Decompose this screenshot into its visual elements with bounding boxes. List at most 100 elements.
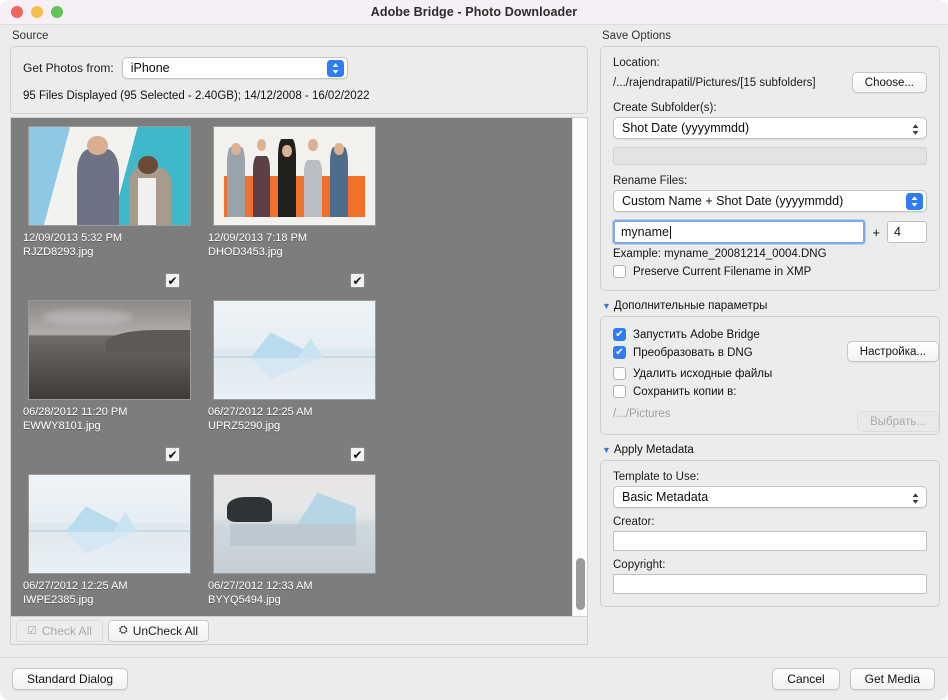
location-row: /.../rajendrapatil/Pictures/[15 subfolde… (613, 72, 927, 93)
thumbnail-image[interactable] (28, 474, 191, 574)
start-number-input[interactable]: 4 (887, 221, 927, 243)
uncheck-all-button[interactable]: ⛭ UnCheck All (107, 619, 210, 642)
scrollbar-thumb[interactable] (576, 558, 585, 610)
thumbnail-checkbox[interactable]: ✔ (350, 447, 365, 462)
custom-subfolder-field[interactable] (613, 147, 927, 165)
creator-label: Creator: (613, 516, 655, 528)
rename-files-value: Custom Name + Shot Date (yyyymmdd) (622, 194, 844, 208)
metadata-template-select[interactable]: Basic Metadata (613, 486, 927, 508)
check-all-button[interactable]: ☑ Check All (16, 619, 103, 642)
convert-dng-label: Преобразовать в DNG (633, 346, 753, 359)
rename-files-select[interactable]: Custom Name + Shot Date (yyyymmdd) (613, 190, 927, 212)
start-number-value: 4 (894, 225, 901, 239)
location-label: Location: (613, 57, 660, 69)
thumbnail-date: 12/09/2013 7:18 PM (208, 232, 308, 244)
get-media-button[interactable]: Get Media (849, 668, 935, 690)
advanced-options-panel: ✔ Запустить Adobe Bridge ✔ Преобразовать… (600, 316, 940, 435)
window-titlebar: Adobe Bridge - Photo Downloader (0, 0, 948, 25)
standard-dialog-button[interactable]: Standard Dialog (12, 668, 129, 690)
open-bridge-label: Запустить Adobe Bridge (633, 328, 760, 341)
copyright-input[interactable] (613, 574, 927, 594)
source-group-label: Source (12, 30, 49, 42)
apply-metadata-disclosure[interactable]: ▼ Apply Metadata (602, 444, 940, 456)
text-caret (669, 225, 671, 239)
chevron-updown-icon (326, 60, 344, 77)
disclosure-triangle-icon: ▼ (602, 301, 611, 311)
get-photos-label: Get Photos from: (23, 61, 114, 75)
apply-metadata-panel: Template to Use: Basic Metadata Creator:… (600, 460, 940, 607)
thumbnail-date: 12/09/2013 5:32 PM (23, 232, 123, 244)
save-copies-checkbox[interactable] (613, 385, 626, 398)
creator-input[interactable] (613, 531, 927, 551)
save-options-group-label: Save Options (602, 30, 672, 42)
delete-originals-checkbox[interactable] (613, 367, 626, 380)
source-column: Source Get Photos from: iPhone 95 Files … (10, 30, 588, 650)
thumbnail-cell[interactable]: 12/09/2013 5:32 PM RJZD8293.jpg ✔ (17, 124, 202, 298)
thumbnail-meta: 06/28/2012 11:20 PM EWWY8101.jpg (17, 405, 202, 433)
advanced-options-label: Дополнительные параметры (613, 300, 768, 312)
advanced-options-disclosure[interactable]: ▼ Дополнительные параметры (602, 300, 940, 312)
thumbnail-cell[interactable]: 06/27/2012 12:25 AM UPRZ5290.jpg ✔ (202, 298, 387, 472)
device-select[interactable]: iPhone (121, 57, 348, 79)
preserve-filename-row[interactable]: Preserve Current Filename in XMP (613, 265, 927, 278)
thumbnail-image[interactable] (28, 300, 191, 400)
thumbnail-filename: DHOD3453.jpg (208, 246, 283, 258)
uncheck-all-label: UnCheck All (132, 623, 199, 638)
delete-originals-row[interactable]: Удалить исходные файлы (613, 367, 927, 380)
custom-name-value: myname (621, 225, 669, 239)
thumbnail-meta: 12/09/2013 5:32 PM RJZD8293.jpg (17, 231, 202, 259)
copyright-label: Copyright: (613, 559, 666, 571)
thumbnail-grid-scrollbar[interactable] (572, 118, 587, 616)
thumbnail-cell[interactable]: 12/09/2013 7:18 PM DHOD3453.jpg ✔ (202, 124, 387, 298)
thumbnail-image[interactable] (28, 126, 191, 226)
thumbnail-filename: RJZD8293.jpg (23, 246, 94, 258)
plus-separator: + (872, 224, 880, 240)
check-all-label: Check All (41, 623, 92, 638)
preserve-filename-label: Preserve Current Filename in XMP (633, 265, 812, 278)
custom-name-row: myname + 4 (613, 220, 927, 244)
save-copies-row[interactable]: Сохранить копии в: (613, 385, 927, 398)
chevron-updown-icon (906, 193, 923, 210)
choose-location-button[interactable]: Choose... (851, 72, 927, 93)
location-path-value: /.../rajendrapatil/Pictures/[15 subfolde… (613, 76, 816, 89)
thumbnail-date: 06/27/2012 12:25 AM (23, 580, 128, 592)
thumbnail-meta: 06/27/2012 12:25 AM UPRZ5290.jpg (202, 405, 387, 433)
thumbnail-grid-container: 12/09/2013 5:32 PM RJZD8293.jpg ✔ 12/09/201… (10, 117, 588, 617)
cancel-button[interactable]: Cancel (772, 668, 840, 690)
source-panel: Get Photos from: iPhone 95 Files Display… (10, 46, 588, 114)
rename-example-text: Example: myname_20081214_0004.DNG (613, 248, 827, 260)
thumbnail-cell[interactable]: 06/28/2012 11:20 PM EWWY8101.jpg ✔ (17, 298, 202, 472)
choose-copies-location-button[interactable]: Выбрать... (857, 411, 939, 432)
open-bridge-row[interactable]: ✔ Запустить Adobe Bridge (613, 328, 927, 341)
apply-metadata-label: Apply Metadata (613, 444, 694, 456)
thumbnail-checkbox[interactable]: ✔ (165, 447, 180, 462)
thumbnail-cell[interactable]: 06/27/2012 12:25 AMIWPE2385.jpg✔ (17, 472, 202, 616)
thumbnail-filename: BYYQ5494.jpg (208, 594, 281, 606)
preserve-filename-checkbox[interactable] (613, 265, 626, 278)
open-bridge-checkbox[interactable]: ✔ (613, 328, 626, 341)
thumbnail-date: 06/28/2012 11:20 PM (23, 406, 128, 418)
custom-name-input[interactable]: myname (613, 220, 866, 244)
thumbnail-checkbox[interactable]: ✔ (350, 273, 365, 288)
thumbnail-image[interactable] (213, 300, 376, 400)
photo-downloader-window: Adobe Bridge - Photo Downloader Source G… (0, 0, 948, 700)
footer-action-buttons: Cancel Get Media (772, 668, 935, 690)
chevron-updown-icon (910, 490, 920, 506)
thumbnail-date: 06/27/2012 12:25 AM (208, 406, 313, 418)
convert-dng-checkbox[interactable]: ✔ (613, 346, 626, 359)
thumbnail-meta: 06/27/2012 12:33 AM BYYQ5494.jpg (202, 579, 387, 607)
thumbnail-filename: EWWY8101.jpg (23, 420, 101, 432)
thumbnail-meta: 06/27/2012 12:25 AM IWPE2385.jpg (17, 579, 202, 607)
thumbnail-image[interactable] (213, 474, 376, 574)
template-label: Template to Use: (613, 471, 700, 483)
device-select-value: iPhone (130, 61, 170, 75)
thumbnail-checkbox[interactable]: ✔ (165, 273, 180, 288)
thumbnail-cell[interactable]: 06/27/2012 12:33 AMBYYQ5494.jpg✔ (202, 472, 387, 616)
create-subfolder-label: Create Subfolder(s): (613, 102, 717, 114)
dng-settings-button[interactable]: Настройка... (846, 341, 939, 362)
thumbnail-image[interactable] (213, 126, 376, 226)
create-subfolder-select[interactable]: Shot Date (yyyymmdd) (613, 117, 927, 139)
thumbnail-filename: IWPE2385.jpg (23, 594, 94, 606)
delete-originals-label: Удалить исходные файлы (633, 367, 773, 380)
selection-toolbar: ☑ Check All ⛭ UnCheck All (10, 617, 588, 645)
